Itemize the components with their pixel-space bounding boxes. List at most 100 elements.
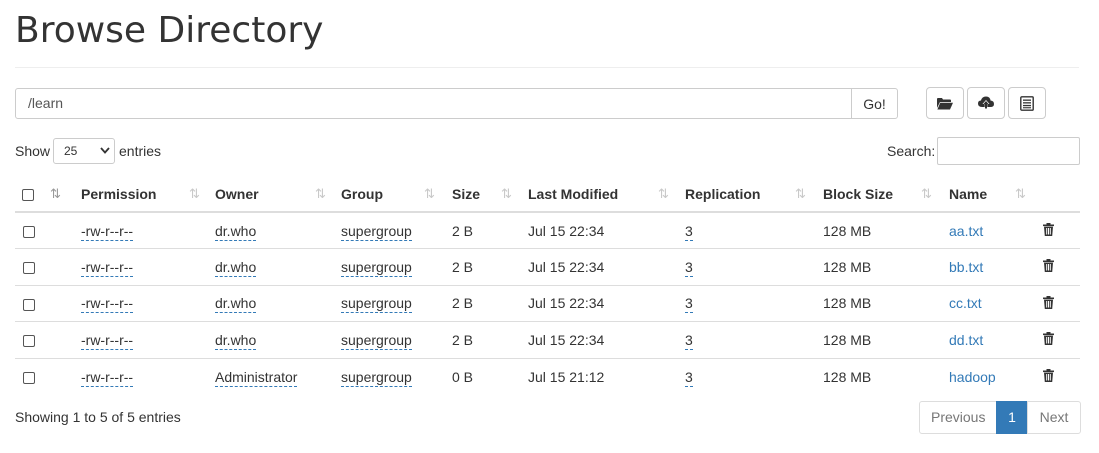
actions-cell bbox=[1039, 321, 1080, 359]
column-label: Replication bbox=[685, 185, 761, 202]
row-checkbox[interactable] bbox=[23, 225, 35, 238]
file-name-link[interactable]: dd.txt bbox=[949, 332, 983, 348]
show-label: Show bbox=[15, 143, 51, 159]
modified-cell: Jul 15 22:34 bbox=[528, 321, 685, 359]
sort-icon: ⇅ bbox=[1015, 186, 1026, 201]
permission-value[interactable]: -rw-r--r-- bbox=[81, 331, 134, 350]
permission-cell: -rw-r--r-- bbox=[81, 321, 215, 359]
file-name-link[interactable]: aa.txt bbox=[949, 223, 983, 239]
file-name-link[interactable]: hadoop bbox=[949, 369, 996, 385]
permission-value[interactable]: -rw-r--r-- bbox=[81, 222, 134, 241]
sort-icon: ⇅ bbox=[501, 186, 512, 201]
row-checkbox[interactable] bbox=[23, 335, 35, 348]
cut-paste-button[interactable] bbox=[1008, 87, 1046, 119]
entries-label: entries bbox=[119, 143, 162, 159]
actions-cell bbox=[1039, 358, 1080, 395]
column-label: Name bbox=[949, 185, 988, 202]
page-1-button[interactable]: 1 bbox=[996, 401, 1028, 434]
owner-cell: dr.who bbox=[215, 248, 341, 286]
group-value[interactable]: supergroup bbox=[341, 331, 412, 350]
spacer-cell bbox=[46, 248, 81, 286]
name-cell: dd.txt bbox=[949, 321, 1039, 359]
size-cell: 2 B bbox=[452, 248, 528, 286]
go-button[interactable]: Go! bbox=[851, 88, 898, 119]
row-select-cell bbox=[15, 285, 46, 322]
owner-value[interactable]: dr.who bbox=[215, 222, 257, 241]
column-header-last-modified[interactable]: Last Modified ⇅ bbox=[528, 176, 685, 213]
upload-button[interactable] bbox=[967, 87, 1005, 119]
previous-page-button[interactable]: Previous bbox=[919, 401, 997, 434]
owner-cell: Administrator bbox=[215, 358, 341, 395]
column-header-replication[interactable]: Replication ⇅ bbox=[685, 176, 823, 213]
row-select-cell bbox=[15, 358, 46, 395]
permission-value[interactable]: -rw-r--r-- bbox=[81, 258, 134, 277]
group-value[interactable]: supergroup bbox=[341, 258, 412, 277]
column-label: Group bbox=[341, 185, 383, 202]
file-name-link[interactable]: cc.txt bbox=[949, 295, 982, 311]
trash-icon[interactable] bbox=[1043, 259, 1054, 275]
trash-icon[interactable] bbox=[1043, 369, 1054, 385]
column-header-permission[interactable]: Permission ⇅ bbox=[81, 176, 215, 213]
table-header-row: ⇅ Permission ⇅ Owner ⇅ Group ⇅ Size ⇅ Last M… bbox=[15, 176, 1080, 213]
table-row: -rw-r--r-- dr.who supergroup 2 B Jul 15 22:3… bbox=[15, 285, 1080, 322]
entries-select-value: 25 bbox=[64, 144, 78, 158]
column-header-name[interactable]: Name ⇅ bbox=[949, 176, 1039, 213]
group-value[interactable]: supergroup bbox=[341, 368, 412, 387]
owner-value[interactable]: dr.who bbox=[215, 295, 257, 314]
block-size-cell: 128 MB bbox=[823, 212, 949, 249]
folder-open-icon bbox=[937, 97, 953, 110]
entries-per-page-select[interactable]: 25 bbox=[53, 138, 115, 164]
name-cell: hadoop bbox=[949, 358, 1039, 395]
replication-value[interactable]: 3 bbox=[685, 295, 693, 314]
replication-value[interactable]: 3 bbox=[685, 222, 693, 241]
select-all-checkbox[interactable] bbox=[22, 188, 34, 201]
name-cell: cc.txt bbox=[949, 285, 1039, 322]
owner-cell: dr.who bbox=[215, 212, 341, 249]
spacer-cell bbox=[46, 212, 81, 249]
row-checkbox[interactable] bbox=[23, 298, 35, 311]
owner-value[interactable]: dr.who bbox=[215, 258, 257, 277]
replication-value[interactable]: 3 bbox=[685, 258, 693, 277]
permission-cell: -rw-r--r-- bbox=[81, 285, 215, 322]
search-input[interactable] bbox=[937, 137, 1080, 165]
modified-cell: Jul 15 22:34 bbox=[528, 212, 685, 249]
group-cell: supergroup bbox=[341, 248, 452, 286]
create-directory-button[interactable] bbox=[926, 87, 964, 119]
replication-value[interactable]: 3 bbox=[685, 331, 693, 350]
owner-value[interactable]: Administrator bbox=[215, 368, 298, 387]
trash-icon[interactable] bbox=[1043, 332, 1054, 348]
owner-value[interactable]: dr.who bbox=[215, 331, 257, 350]
column-header-group[interactable]: Group ⇅ bbox=[341, 176, 452, 213]
block-size-cell: 128 MB bbox=[823, 248, 949, 286]
size-cell: 2 B bbox=[452, 321, 528, 359]
replication-cell: 3 bbox=[685, 212, 823, 249]
path-input[interactable]: /learn bbox=[15, 88, 852, 119]
replication-cell: 3 bbox=[685, 358, 823, 395]
column-label: Owner bbox=[215, 185, 259, 202]
replication-cell: 3 bbox=[685, 321, 823, 359]
row-checkbox[interactable] bbox=[23, 371, 35, 384]
group-cell: supergroup bbox=[341, 212, 452, 249]
file-name-link[interactable]: bb.txt bbox=[949, 259, 983, 275]
trash-icon[interactable] bbox=[1043, 223, 1054, 239]
column-header-block-size[interactable]: Block Size ⇅ bbox=[823, 176, 949, 213]
column-header-owner[interactable]: Owner ⇅ bbox=[215, 176, 341, 213]
actions-cell bbox=[1039, 212, 1080, 249]
sort-column-header[interactable]: ⇅ bbox=[46, 176, 81, 213]
permission-cell: -rw-r--r-- bbox=[81, 212, 215, 249]
modified-cell: Jul 15 22:34 bbox=[528, 248, 685, 286]
group-cell: supergroup bbox=[341, 285, 452, 322]
row-checkbox[interactable] bbox=[23, 262, 35, 275]
owner-cell: dr.who bbox=[215, 321, 341, 359]
trash-icon[interactable] bbox=[1043, 295, 1054, 312]
search-label: Search: bbox=[887, 143, 936, 159]
select-all-header[interactable] bbox=[15, 176, 46, 213]
permission-value[interactable]: -rw-r--r-- bbox=[81, 295, 134, 314]
replication-value[interactable]: 3 bbox=[685, 368, 693, 387]
next-page-button[interactable]: Next bbox=[1027, 401, 1081, 434]
group-value[interactable]: supergroup bbox=[341, 222, 412, 241]
group-value[interactable]: supergroup bbox=[341, 295, 412, 314]
permission-value[interactable]: -rw-r--r-- bbox=[81, 368, 134, 387]
table-info: Showing 1 to 5 of 5 entries bbox=[15, 409, 181, 425]
column-header-size[interactable]: Size ⇅ bbox=[452, 176, 528, 213]
